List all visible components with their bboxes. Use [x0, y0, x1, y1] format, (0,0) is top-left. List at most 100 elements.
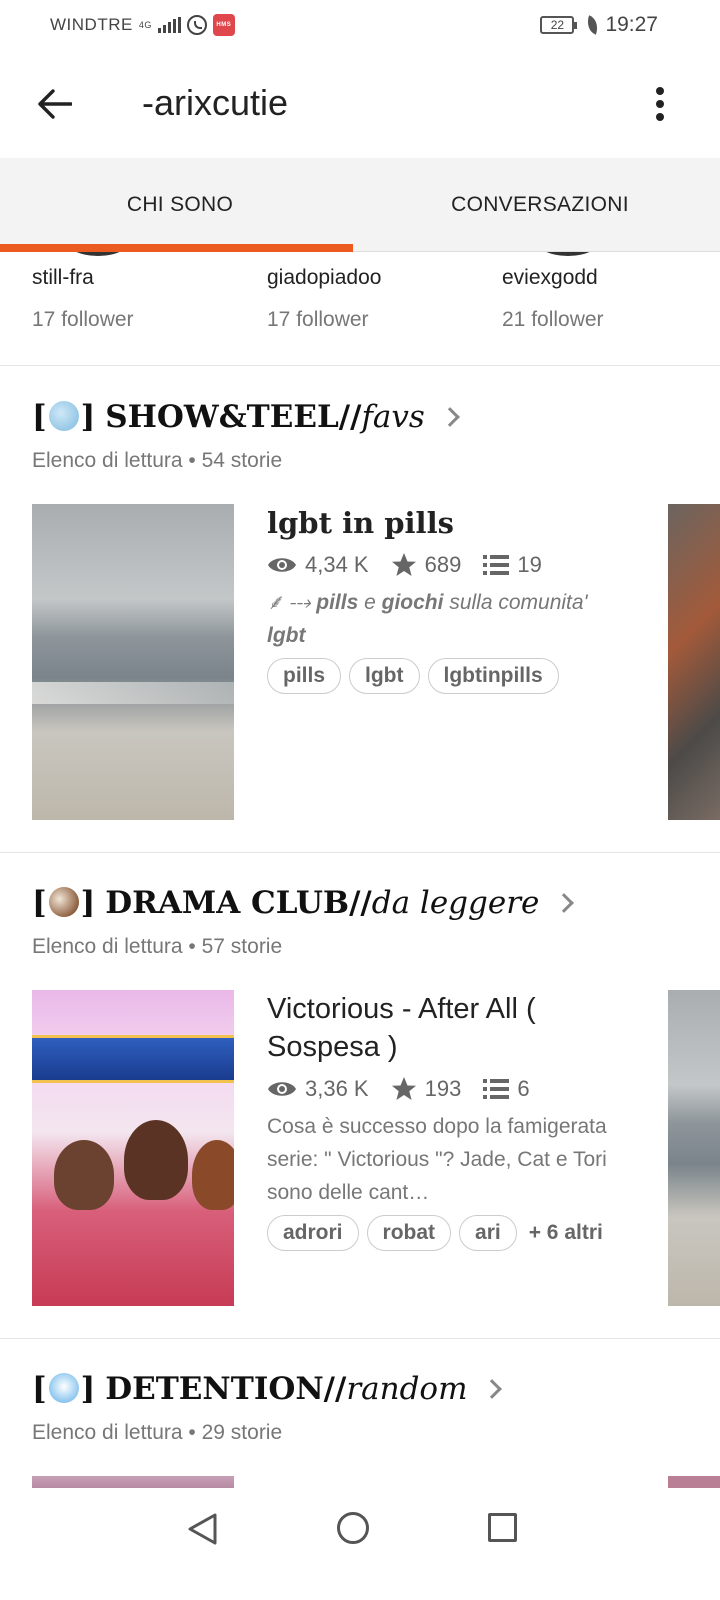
more-options-button[interactable] [640, 84, 680, 124]
system-nav-bar [0, 1488, 720, 1600]
story-cover[interactable] [32, 1476, 234, 1488]
chevron-right-icon [482, 1379, 503, 1399]
story-stats: 3,36 K 193 6 [267, 1076, 647, 1102]
follower-item[interactable]: eviexgodd 21 follower [502, 266, 604, 332]
battery-icon: 22 [540, 16, 578, 34]
follower-count: 17 follower [267, 308, 369, 331]
tag-pill[interactable]: adrori [267, 1215, 359, 1251]
votes-count: 689 [424, 552, 462, 577]
parts-count: 6 [517, 1076, 530, 1101]
views-count: 3,36 K [305, 1076, 369, 1101]
reading-list-subtitle: Elenco di lettura • 54 storie [32, 449, 283, 472]
bracket: ] [80, 1371, 96, 1407]
cover-logo-band [32, 1035, 234, 1083]
story-cover[interactable] [32, 504, 234, 820]
clock: 19:27 [605, 13, 658, 36]
signal-icon [157, 17, 181, 33]
status-bar: WINDTRE 4G HMS 22 19:27 [0, 0, 720, 50]
views-stat: 4,34 K [267, 552, 369, 578]
cover-figure [54, 1140, 114, 1210]
follower-item[interactable]: giadopiadoo 17 follower [267, 266, 381, 332]
eye-icon [268, 558, 296, 572]
star-icon [391, 553, 416, 576]
app-bar: -arixcutie [0, 50, 720, 158]
reading-list-title: [] DETENTION//random [32, 1371, 467, 1407]
hms-icon: HMS [212, 14, 235, 36]
parts-count: 19 [517, 552, 542, 577]
desc-text: sulla comunita' [443, 591, 588, 614]
chevron-right-icon [439, 407, 460, 427]
bracket: ] [80, 399, 96, 435]
story-card[interactable]: lgbt in pills 4,34 K 689 19 ⸙ ⤏ pills e … [267, 504, 647, 694]
parts-stat: 19 [483, 552, 542, 578]
whatsapp-icon [186, 15, 207, 35]
more-tags-label[interactable]: + 6 altri [529, 1221, 603, 1245]
votes-stat: 193 [391, 1076, 462, 1102]
story-description: Cosa è successo dopo la famigerata serie… [267, 1115, 607, 1204]
bracket: ] [80, 885, 96, 921]
nav-back-icon[interactable] [186, 1512, 220, 1546]
title-italic: random [346, 1371, 468, 1407]
tag-pill[interactable]: robat [366, 1215, 452, 1251]
dot [656, 100, 664, 108]
title-bold: DETENTION// [105, 1371, 347, 1407]
tag-pill[interactable]: lgbtinpills [427, 658, 559, 694]
story-tags: adrori robat ari + 6 altri [267, 1215, 647, 1251]
star-icon [391, 1077, 416, 1100]
cloud-icon [48, 1373, 79, 1403]
dot [656, 113, 664, 121]
tab-conversazioni[interactable]: CONVERSAZIONI [360, 158, 720, 251]
tab-chi-sono[interactable]: CHI SONO [0, 158, 360, 251]
story-tags: pills lgbt lgbtinpills [267, 658, 647, 694]
reading-list-header[interactable]: [] SHOW&TEEL//favs [32, 399, 460, 435]
list-icon [483, 1079, 510, 1099]
follower-item[interactable]: still-fra 17 follower [32, 266, 134, 332]
parts-stat: 6 [483, 1076, 530, 1102]
reading-list-header[interactable]: [] DRAMA CLUB//da leggere [32, 885, 575, 921]
desc-bold: pills [316, 591, 359, 614]
cover-figure [192, 1140, 234, 1210]
carrier-name: WINDTRE [50, 15, 133, 34]
battery-level: 22 [550, 18, 565, 32]
reading-list-subtitle: Elenco di lettura • 57 storie [32, 935, 283, 958]
reading-list-header[interactable]: [] DETENTION//random [32, 1371, 503, 1407]
follower-name: giadopiadoo [267, 266, 382, 289]
desc-bold: lgbt [267, 624, 306, 647]
follower-count: 17 follower [32, 308, 134, 331]
bracket: [ [32, 885, 47, 921]
views-count: 4,34 K [305, 552, 369, 577]
arrow-left-icon [38, 89, 72, 119]
following-list: still-fra 17 follower giadopiadoo 17 fol… [0, 252, 720, 366]
back-button[interactable] [30, 80, 80, 128]
story-cover-peek[interactable] [668, 504, 720, 820]
votes-count: 193 [424, 1076, 462, 1101]
list-icon [483, 555, 510, 575]
tag-pill[interactable]: ari [459, 1215, 517, 1251]
story-description: ⸙ ⤏ pills e giochi sulla comunita' lgbt [267, 586, 647, 652]
story-card[interactable]: Victorious - After All ( Sospesa ) 3,36 … [267, 990, 647, 1251]
follower-count: 21 follower [502, 308, 604, 331]
wave-foam [32, 682, 234, 704]
follower-name: still-fra [32, 266, 94, 289]
page-title: -arixcutie [142, 82, 289, 123]
tab-bar: CHI SONO CONVERSAZIONI [0, 158, 720, 252]
title-italic: favs [361, 399, 425, 435]
nav-home-icon[interactable] [337, 1512, 369, 1544]
story-cover-peek[interactable] [668, 990, 720, 1306]
shell-icon [48, 887, 79, 917]
reading-list-section: [] SHOW&TEEL//favs Elenco di lettura • 5… [0, 367, 720, 853]
avatar[interactable] [532, 252, 604, 256]
globe-icon [48, 401, 79, 431]
avatar[interactable] [62, 252, 134, 256]
story-title: Victorious - After All ( Sospesa ) [267, 993, 536, 1063]
story-cover-peek[interactable] [668, 1476, 720, 1488]
reading-list-title: [] SHOW&TEEL//favs [32, 399, 425, 435]
tag-pill[interactable]: pills [267, 658, 342, 694]
story-cover[interactable] [32, 990, 234, 1306]
reading-list-subtitle: Elenco di lettura • 29 storie [32, 1421, 283, 1444]
reading-list-title: [] DRAMA CLUB//da leggere [32, 885, 539, 921]
chevron-right-icon [554, 893, 575, 913]
tag-pill[interactable]: lgbt [349, 658, 420, 694]
nav-recents-icon[interactable] [488, 1513, 517, 1542]
dot [656, 87, 664, 95]
